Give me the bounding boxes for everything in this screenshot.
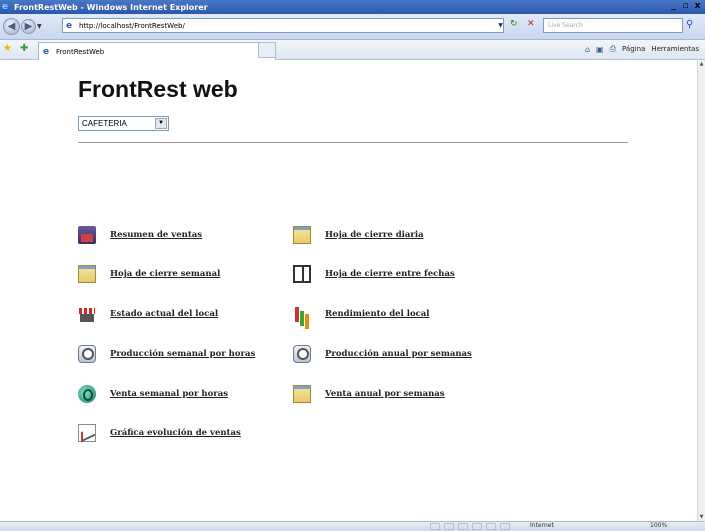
page-title: FrontRest web: [78, 76, 238, 102]
window-title: FrontRestWeb - Windows Internet Explorer: [14, 2, 208, 12]
tools-menu[interactable]: Herramientas: [651, 45, 699, 53]
new-tab-button[interactable]: [258, 42, 276, 58]
command-bar: ⌂ ▣ ⎙ Página Herramientas: [585, 44, 699, 54]
refresh-icon[interactable]: ↻: [510, 19, 518, 29]
tab-label: FrontRestWeb: [56, 47, 105, 56]
menu-link-hoja-cierre-diaria[interactable]: Hoja de cierre diaria: [325, 230, 424, 240]
status-bar: Internet 100%: [0, 521, 705, 531]
scroll-down-icon[interactable]: ▼: [698, 513, 705, 521]
menu-item-estado-actual[interactable]: Estado actual del local: [78, 305, 218, 323]
back-button[interactable]: ◀: [3, 18, 20, 35]
address-url: http://localhost/FrontRestWeb/: [79, 21, 185, 30]
menu-link-resumen-ventas[interactable]: Resumen de ventas: [110, 230, 202, 240]
location-select-value: CAFETERIA: [82, 119, 127, 128]
status-segment: [486, 523, 496, 530]
status-segment: [458, 523, 468, 530]
maximize-button[interactable]: ▫: [680, 1, 691, 12]
menu-link-venta-semanal[interactable]: Venta semanal por horas: [110, 389, 228, 399]
favorites-star-icon[interactable]: ★: [3, 43, 12, 54]
page-icon: e: [66, 20, 73, 31]
menu-item-rendimiento-local[interactable]: Rendimiento del local: [293, 305, 430, 323]
add-favorite-icon[interactable]: ✚: [20, 43, 28, 54]
window-controls: _ ▫ x: [668, 1, 703, 12]
cash-register-icon: [78, 226, 96, 244]
close-button[interactable]: x: [692, 1, 703, 12]
print-icon[interactable]: ⎙: [610, 44, 616, 54]
menu-item-hoja-cierre-diaria[interactable]: Hoja de cierre diaria: [293, 226, 424, 244]
search-icon[interactable]: ⚲: [686, 19, 693, 30]
page-menu[interactable]: Página: [622, 45, 645, 53]
menu-item-venta-semanal[interactable]: Venta semanal por horas: [78, 385, 228, 403]
menu-link-rendimiento-local[interactable]: Rendimiento del local: [325, 309, 430, 319]
menu-item-resumen-ventas[interactable]: Resumen de ventas: [78, 226, 202, 244]
search-input[interactable]: Live Search: [543, 18, 683, 33]
address-toolbar: ◀ ▶ ▼ e http://localhost/FrontRestWeb/ ▼…: [0, 14, 705, 40]
home-icon[interactable]: ⌂: [585, 45, 590, 54]
menu-link-grafica-evolucion[interactable]: Gráfica evolución de ventas: [110, 428, 241, 438]
menu-item-hoja-cierre-semanal[interactable]: Hoja de cierre semanal: [78, 265, 220, 283]
status-segment: [472, 523, 482, 530]
zoom-level[interactable]: 100%: [650, 522, 667, 529]
menu-link-produccion-anual[interactable]: Producción anual por semanas: [325, 349, 472, 359]
menu-item-produccion-anual[interactable]: Producción anual por semanas: [293, 345, 472, 363]
line-chart-icon: [78, 424, 96, 442]
menu-link-produccion-semanal[interactable]: Producción semanal por horas: [110, 349, 255, 359]
menu-link-venta-anual[interactable]: Venta anual por semanas: [325, 389, 445, 399]
globe-clock-icon: [78, 385, 96, 403]
tab-bar: ★ ✚ e FrontRestWeb ⌂ ▣ ⎙ Página Herramie…: [0, 40, 705, 60]
address-input[interactable]: e http://localhost/FrontRestWeb/: [62, 18, 504, 33]
status-segment: [430, 523, 440, 530]
forward-button[interactable]: ▶: [21, 19, 36, 34]
security-zone: Internet: [530, 522, 554, 529]
daily-sheet-icon: [293, 226, 311, 244]
history-dropdown-icon[interactable]: ▼: [37, 23, 42, 30]
bar-chart-icon: [293, 305, 311, 323]
tab-frontrestweb[interactable]: e FrontRestWeb: [38, 42, 276, 60]
minimize-button[interactable]: _: [668, 1, 679, 12]
menu-item-produccion-semanal[interactable]: Producción semanal por horas: [78, 345, 255, 363]
status-segment: [500, 523, 510, 530]
tab-page-icon: e: [43, 46, 50, 57]
clock-icon: [293, 345, 311, 363]
status-segment: [444, 523, 454, 530]
calendar-sheet-icon: [78, 265, 96, 283]
address-dropdown-icon[interactable]: ▼: [496, 20, 505, 31]
location-select[interactable]: CAFETERIA ▼: [78, 116, 169, 131]
divider: [78, 142, 628, 143]
menu-link-hoja-cierre-fechas[interactable]: Hoja de cierre entre fechas: [325, 269, 455, 279]
menu-item-venta-anual[interactable]: Venta anual por semanas: [293, 385, 445, 403]
menu-link-estado-actual[interactable]: Estado actual del local: [110, 309, 218, 319]
clock-icon: [78, 345, 96, 363]
storefront-icon: [78, 305, 96, 323]
chevron-down-icon[interactable]: ▼: [155, 118, 167, 129]
scroll-up-icon[interactable]: ▲: [698, 60, 705, 68]
stop-icon[interactable]: ✕: [527, 19, 535, 29]
date-range-book-icon: [293, 265, 311, 283]
window-title-bar: e FrontRestWeb - Windows Internet Explor…: [0, 0, 705, 14]
menu-item-hoja-cierre-fechas[interactable]: Hoja de cierre entre fechas: [293, 265, 455, 283]
calendar-sheet-icon: [293, 385, 311, 403]
menu-link-hoja-cierre-semanal[interactable]: Hoja de cierre semanal: [110, 269, 220, 279]
vertical-scrollbar[interactable]: ▲ ▼: [697, 60, 705, 521]
feeds-icon[interactable]: ▣: [596, 45, 604, 54]
menu-item-grafica-evolucion[interactable]: Gráfica evolución de ventas: [78, 424, 241, 442]
ie-logo-icon: e: [2, 2, 9, 12]
